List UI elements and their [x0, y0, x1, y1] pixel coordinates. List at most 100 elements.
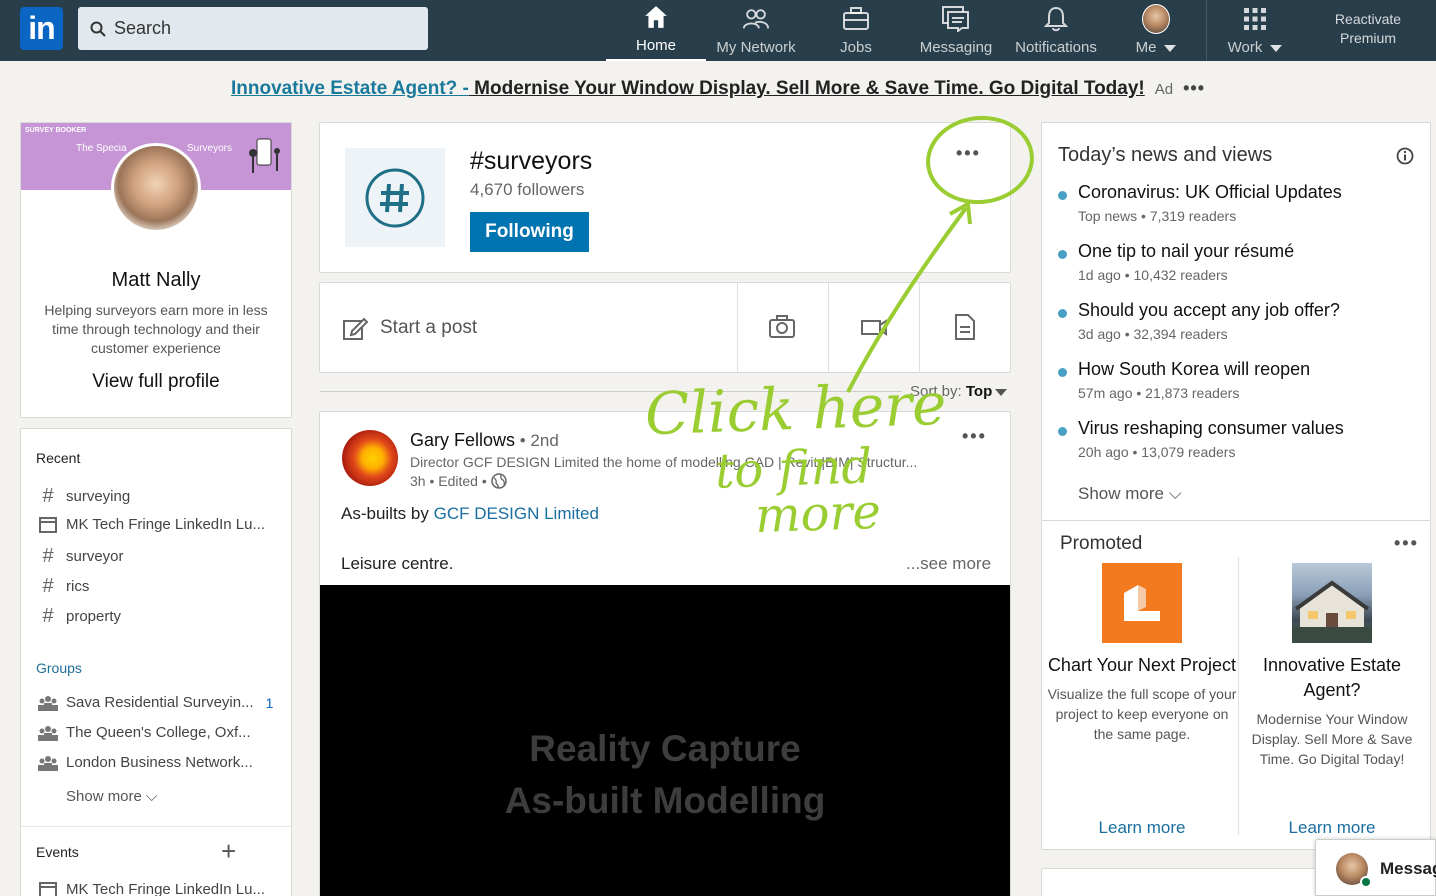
- news-headline: Coronavirus: UK Official Updates: [1078, 182, 1342, 202]
- nav-me[interactable]: Me: [1106, 0, 1206, 61]
- divider: [919, 283, 920, 373]
- nav-work[interactable]: Work: [1207, 0, 1303, 61]
- divider: [737, 283, 738, 373]
- recent-item[interactable]: # property: [37, 605, 277, 628]
- post-author-name: Gary Fellows: [410, 430, 516, 450]
- search-box[interactable]: [78, 7, 428, 50]
- news-meta: 3d ago • 32,394 readers: [1078, 326, 1228, 342]
- news-show-more-button[interactable]: Show more ⌵: [1078, 484, 1182, 504]
- hashtag-icon: [365, 168, 425, 227]
- avatar: [1142, 4, 1170, 34]
- nav-home[interactable]: Home: [606, 0, 706, 61]
- ad-link-headline[interactable]: Innovative Estate Agent? -: [231, 78, 469, 99]
- nav-notifications-label: Notifications: [1015, 39, 1097, 56]
- video-title-line1: Reality Capture: [529, 728, 801, 769]
- post-timestamp: 3h • Edited •: [410, 473, 507, 489]
- messaging-icon: [942, 5, 970, 33]
- video-icon[interactable]: [860, 313, 888, 346]
- nav-messaging-label: Messaging: [919, 39, 993, 56]
- post-mention-link[interactable]: GCF DESIGN Limited: [434, 504, 599, 523]
- bullet-icon: [1058, 250, 1067, 259]
- connection-degree: • 2nd: [515, 431, 559, 450]
- bell-icon: [1042, 5, 1070, 33]
- promoted-item[interactable]: Innovative Estate Agent? Modernise Your …: [1237, 561, 1427, 851]
- sort-value: Top: [965, 383, 993, 400]
- start-post-button[interactable]: Start a post: [342, 315, 477, 341]
- chevron-down-icon: [1270, 44, 1283, 52]
- search-icon: [90, 21, 106, 37]
- info-icon[interactable]: [1396, 147, 1414, 165]
- promoted-title: Promoted: [1060, 533, 1143, 554]
- post-more-options-icon[interactable]: •••: [962, 426, 987, 447]
- group-item[interactable]: London Business Network...: [37, 754, 277, 771]
- hashtag-card: #surveyors 4,670 followers Following •••: [319, 122, 1011, 273]
- learn-more-button[interactable]: Learn more: [1047, 818, 1237, 838]
- nav-jobs[interactable]: Jobs: [806, 0, 906, 61]
- bullet-icon: [1058, 309, 1067, 318]
- me-avatar: [1142, 4, 1170, 34]
- news-meta: Top news • 7,319 readers: [1078, 208, 1237, 224]
- video-title-line2: As-built Modelling: [504, 780, 826, 821]
- post-video[interactable]: Reality Capture As-built Modelling: [320, 585, 1010, 896]
- group-item-label: Sava Residential Surveyin...: [66, 694, 254, 711]
- recent-item-label: surveyor: [66, 548, 124, 565]
- pencil-icon: [343, 317, 368, 340]
- document-icon[interactable]: [952, 313, 978, 346]
- news-headline: How South Korea will reopen: [1078, 359, 1311, 379]
- group-item[interactable]: The Queen's College, Oxf...: [37, 724, 277, 741]
- annotation-text-line3: more: [754, 483, 882, 545]
- ad-link-text[interactable]: Modernise Your Window Display. Sell More…: [469, 78, 1145, 99]
- profile-name[interactable]: Matt Nally: [21, 269, 291, 292]
- group-icon: [37, 725, 59, 741]
- post-author-avatar[interactable]: [342, 430, 398, 486]
- ad-banner: Innovative Estate Agent? - Modernise You…: [0, 78, 1436, 100]
- post-author[interactable]: Gary Fellows • 2nd: [410, 430, 559, 451]
- camera-icon[interactable]: [768, 313, 796, 346]
- recent-item[interactable]: # surveyor: [37, 545, 277, 568]
- group-icon: [37, 695, 59, 711]
- promoted-more-options-icon[interactable]: •••: [1394, 533, 1419, 554]
- nav-home-label: Home: [635, 37, 676, 54]
- nav-my-network[interactable]: My Network: [706, 0, 806, 61]
- nav-notifications[interactable]: Notifications: [1006, 0, 1106, 61]
- chevron-down-icon: [1164, 44, 1177, 52]
- group-unread-count: 1: [265, 694, 274, 711]
- banner-logo: SURVEY BOOKER: [25, 127, 87, 134]
- recent-item-label: property: [66, 608, 122, 625]
- globe-icon: [490, 473, 507, 489]
- ad-more-icon[interactable]: •••: [1183, 78, 1205, 98]
- bullet-icon: [1058, 368, 1067, 377]
- linkedin-logo[interactable]: in: [20, 7, 63, 50]
- groups-show-more-button[interactable]: Show more ⌵: [66, 788, 157, 805]
- recent-item[interactable]: MK Tech Fringe LinkedIn Lu...: [37, 515, 277, 533]
- promo-headline: Innovative Estate Agent?: [1262, 655, 1402, 700]
- hashtag-more-options-icon[interactable]: •••: [956, 143, 981, 164]
- event-item[interactable]: MK Tech Fringe LinkedIn Lu...: [37, 880, 277, 896]
- nav-messaging[interactable]: Messaging: [906, 0, 1006, 61]
- profile-avatar[interactable]: [111, 143, 201, 233]
- profile-card: SURVEY BOOKER The Specia Surveyors Matt …: [20, 122, 292, 418]
- post-time: 3h • Edited •: [410, 473, 487, 489]
- group-item[interactable]: Sava Residential Surveyin... 1: [37, 694, 277, 711]
- hashtag-icon: #: [42, 605, 54, 627]
- learn-more-button[interactable]: Learn more: [1237, 818, 1427, 838]
- recent-item[interactable]: # surveying: [37, 485, 277, 508]
- groups-title[interactable]: Groups: [36, 660, 82, 676]
- see-more-link[interactable]: ...see more: [906, 554, 991, 574]
- view-full-profile-link[interactable]: View full profile: [21, 371, 291, 393]
- messaging-widget[interactable]: Messag: [1315, 839, 1436, 896]
- reactivate-premium-link[interactable]: Reactivate Premium: [1318, 10, 1418, 48]
- promoted-item[interactable]: Chart Your Next Project Visualize the fu…: [1047, 561, 1237, 851]
- grid-icon: [1241, 5, 1269, 33]
- promo-description: Modernise Your Window Display. Sell More…: [1251, 711, 1413, 767]
- search-input[interactable]: [114, 18, 414, 39]
- promo-headline: Chart Your Next Project: [1047, 655, 1237, 675]
- add-event-icon[interactable]: +: [221, 836, 236, 867]
- recent-item[interactable]: # rics: [37, 575, 277, 598]
- nav-me-label: Me: [1135, 39, 1157, 56]
- promo-description: Visualize the full scope of your project…: [1047, 686, 1237, 742]
- news-headline: Should you accept any job offer?: [1078, 300, 1340, 320]
- nav-work-label: Work: [1227, 39, 1263, 56]
- annotation-text-line1: Click here: [643, 369, 948, 449]
- following-button[interactable]: Following: [470, 212, 589, 252]
